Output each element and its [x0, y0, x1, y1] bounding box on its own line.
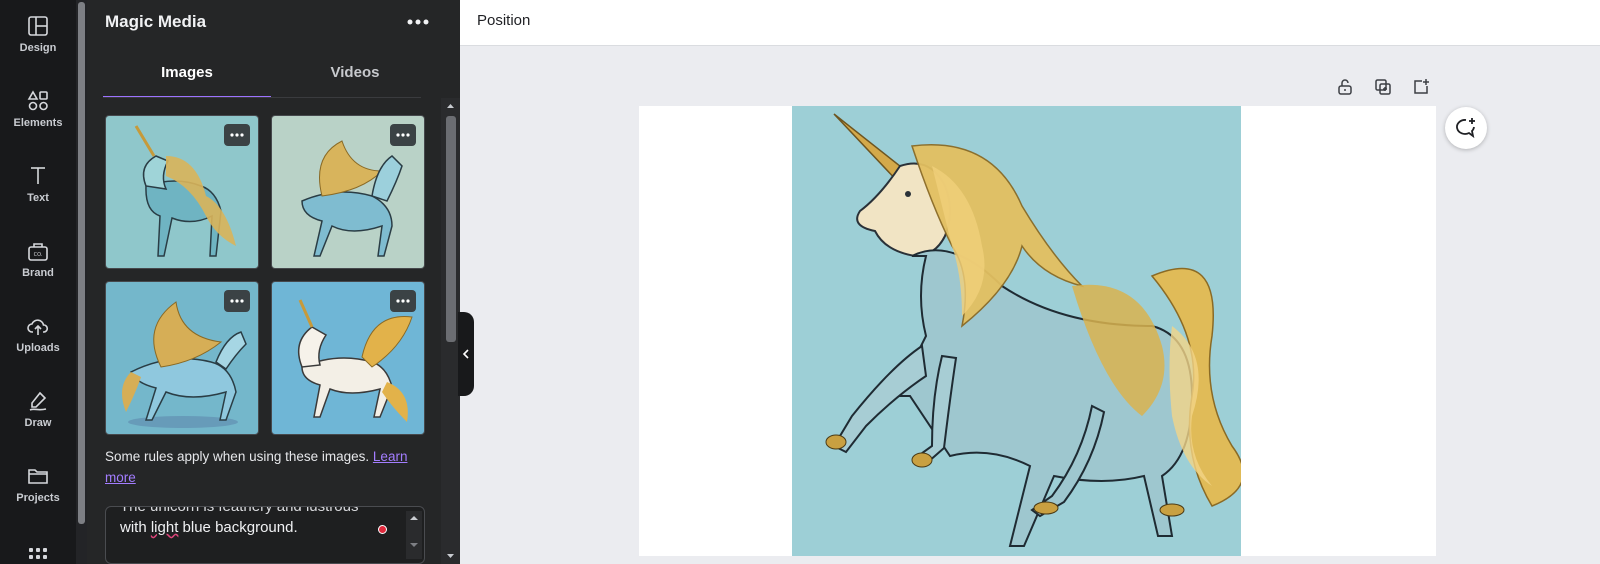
rail-item-design[interactable]: Design — [0, 2, 76, 72]
tab-images[interactable]: Images — [103, 64, 271, 98]
prompt-text-partial-line: The unicorn is feathery and lustrous — [120, 506, 359, 515]
rail-item-label: Uploads — [16, 342, 60, 354]
recording-indicator-icon — [378, 525, 387, 534]
more-horizontal-icon — [396, 133, 410, 137]
generated-image-1[interactable] — [105, 115, 259, 269]
apps-grid-icon[interactable] — [28, 548, 48, 564]
more-horizontal-icon — [407, 19, 429, 25]
collapse-panel-button[interactable] — [458, 312, 474, 396]
rail-item-label: Text — [27, 192, 49, 204]
duplicate-page-button[interactable] — [1372, 76, 1394, 98]
comment-add-icon — [1456, 118, 1475, 139]
cloud-upload-icon — [27, 319, 49, 335]
rail-item-label: Projects — [16, 492, 60, 504]
more-horizontal-icon — [230, 299, 244, 303]
unlock-icon — [1338, 79, 1352, 95]
misspelled-word: light — [150, 519, 179, 536]
svg-text:CO.: CO. — [34, 252, 43, 258]
scroll-down-icon — [447, 554, 454, 558]
image-options-button[interactable] — [224, 290, 250, 312]
rail-item-text[interactable]: Text — [0, 152, 76, 222]
pen-icon — [29, 391, 47, 411]
duplicate-icon — [1375, 79, 1391, 95]
usage-rules-notice: Some rules apply when using these images… — [105, 446, 425, 488]
unicorn-illustration — [825, 113, 1241, 547]
image-options-button[interactable] — [390, 290, 416, 312]
generated-image-4[interactable] — [271, 281, 425, 435]
rail-item-draw[interactable]: Draw — [0, 377, 76, 447]
more-horizontal-icon — [230, 133, 244, 137]
shapes-icon — [27, 90, 48, 111]
rail-item-label: Draw — [24, 417, 52, 429]
chevron-left-icon — [462, 349, 469, 359]
generated-image-3[interactable] — [105, 281, 259, 435]
scrollbar-thumb[interactable] — [78, 2, 85, 524]
scroll-up-icon — [410, 516, 418, 520]
rail-item-label: Design — [19, 42, 57, 54]
tab-divider — [103, 97, 421, 98]
lock-button[interactable] — [1334, 76, 1356, 98]
image-options-button[interactable] — [390, 124, 416, 146]
position-button[interactable]: Position — [477, 12, 530, 29]
rail-item-label: Brand — [22, 267, 54, 279]
editor-toolbar: Position — [460, 0, 1600, 46]
add-page-icon — [1414, 79, 1429, 94]
rail-item-label: Elements — [13, 117, 63, 129]
rail-item-projects[interactable]: Projects — [0, 452, 76, 522]
unicorn-artwork-image[interactable] — [792, 106, 1241, 556]
prompt-text-segment: with — [120, 519, 151, 536]
prompt-text: with light blue background. — [120, 519, 298, 536]
panel-title: Magic Media — [105, 12, 207, 31]
prompt-scrollbar[interactable] — [406, 511, 422, 559]
scroll-down-icon — [410, 543, 418, 547]
more-options-button[interactable] — [405, 12, 431, 32]
layout-icon — [28, 16, 48, 36]
brand-icon: CO. — [28, 243, 48, 261]
left-rail: Design Elements Text CO. Brand Uploads D… — [0, 0, 76, 564]
add-comment-button[interactable] — [1445, 107, 1487, 149]
prompt-text-segment: blue background. — [178, 519, 298, 536]
add-page-button[interactable] — [1410, 76, 1432, 98]
rules-text: Some rules apply when using these images… — [105, 449, 370, 464]
rail-item-uploads[interactable]: Uploads — [0, 302, 76, 372]
rail-item-brand[interactable]: CO. Brand — [0, 227, 76, 297]
more-horizontal-icon — [396, 299, 410, 303]
rail-scrollbar[interactable] — [76, 0, 87, 564]
scrollbar-thumb[interactable] — [446, 116, 456, 342]
prompt-textarea[interactable]: The unicorn is feathery and lustrous wit… — [105, 506, 425, 564]
folder-icon — [28, 469, 48, 484]
text-icon — [31, 167, 45, 184]
image-options-button[interactable] — [224, 124, 250, 146]
magic-media-panel: Magic Media Images Videos Some rules app… — [87, 0, 460, 564]
generated-image-2[interactable] — [271, 115, 425, 269]
scroll-up-icon — [447, 104, 454, 108]
tab-videos[interactable]: Videos — [271, 64, 439, 98]
rail-item-elements[interactable]: Elements — [0, 77, 76, 147]
